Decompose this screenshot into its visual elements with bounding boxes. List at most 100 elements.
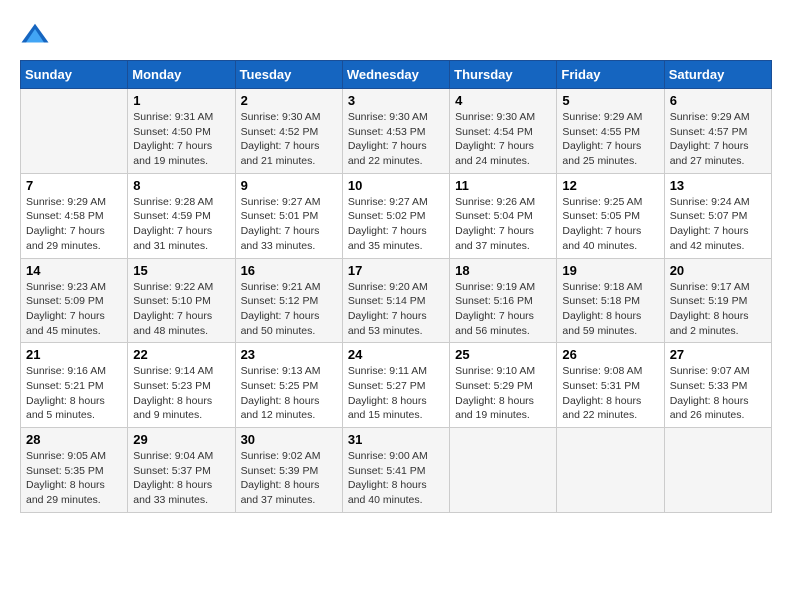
calendar-cell: 6 Sunrise: 9:29 AMSunset: 4:57 PMDaylight… [664, 89, 771, 174]
calendar-cell: 22Sunrise: 9:14 AMSunset: 5:23 PMDayligh… [128, 343, 235, 428]
day-info: Sunrise: 9:28 AMSunset: 4:59 PMDaylight:… [133, 195, 229, 254]
day-info: Sunrise: 9:30 AMSunset: 4:53 PMDaylight:… [348, 110, 444, 169]
day-info: Sunrise: 9:19 AMSunset: 5:16 PMDaylight:… [455, 280, 551, 339]
calendar-cell [664, 428, 771, 513]
day-number: 25 [455, 347, 551, 362]
day-number: 14 [26, 263, 122, 278]
calendar-table: SundayMondayTuesdayWednesdayThursdayFrid… [20, 60, 772, 513]
day-number: 17 [348, 263, 444, 278]
day-number: 18 [455, 263, 551, 278]
calendar-cell: 31 Sunrise: 9:00 AMSunset: 5:41 PMDayligh… [342, 428, 449, 513]
day-number: 3 [348, 93, 444, 108]
calendar-cell: 11Sunrise: 9:26 AMSunset: 5:04 PMDayligh… [450, 173, 557, 258]
calendar-cell: 8 Sunrise: 9:28 AMSunset: 4:59 PMDaylight… [128, 173, 235, 258]
day-info: Sunrise: 9:18 AMSunset: 5:18 PMDaylight:… [562, 280, 658, 339]
day-info: Sunrise: 9:10 AMSunset: 5:29 PMDaylight:… [455, 364, 551, 423]
week-row-3: 14 Sunrise: 9:23 AMSunset: 5:09 PMDayligh… [21, 258, 772, 343]
day-number: 26 [562, 347, 658, 362]
calendar-cell: 23Sunrise: 9:13 AMSunset: 5:25 PMDayligh… [235, 343, 342, 428]
day-number: 19 [562, 263, 658, 278]
calendar-cell: 25 Sunrise: 9:10 AMSunset: 5:29 PMDayligh… [450, 343, 557, 428]
day-number: 12 [562, 178, 658, 193]
calendar-cell: 5Sunrise: 9:29 AMSunset: 4:55 PMDaylight… [557, 89, 664, 174]
col-header-thursday: Thursday [450, 61, 557, 89]
day-info: Sunrise: 9:05 AMSunset: 5:35 PMDaylight:… [26, 449, 122, 508]
calendar-cell: 16Sunrise: 9:21 AMSunset: 5:12 PMDayligh… [235, 258, 342, 343]
calendar-cell [557, 428, 664, 513]
day-number: 23 [241, 347, 337, 362]
calendar-cell: 14 Sunrise: 9:23 AMSunset: 5:09 PMDayligh… [21, 258, 128, 343]
calendar-cell: 29Sunrise: 9:04 AMSunset: 5:37 PMDayligh… [128, 428, 235, 513]
col-header-friday: Friday [557, 61, 664, 89]
day-number: 27 [670, 347, 766, 362]
calendar-cell: 28 Sunrise: 9:05 AMSunset: 5:35 PMDayligh… [21, 428, 128, 513]
logo [20, 20, 54, 50]
day-info: Sunrise: 9:25 AMSunset: 5:05 PMDaylight:… [562, 195, 658, 254]
day-info: Sunrise: 9:27 AMSunset: 5:02 PMDaylight:… [348, 195, 444, 254]
day-number: 13 [670, 178, 766, 193]
calendar-cell: 21 Sunrise: 9:16 AMSunset: 5:21 PMDayligh… [21, 343, 128, 428]
calendar-cell: 26 Sunrise: 9:08 AMSunset: 5:31 PMDayligh… [557, 343, 664, 428]
day-number: 1 [133, 93, 229, 108]
day-number: 7 [26, 178, 122, 193]
day-number: 24 [348, 347, 444, 362]
calendar-cell: 20 Sunrise: 9:17 AMSunset: 5:19 PMDayligh… [664, 258, 771, 343]
day-info: Sunrise: 9:27 AMSunset: 5:01 PMDaylight:… [241, 195, 337, 254]
week-row-2: 7 Sunrise: 9:29 AMSunset: 4:58 PMDaylight… [21, 173, 772, 258]
calendar-cell: 18 Sunrise: 9:19 AMSunset: 5:16 PMDayligh… [450, 258, 557, 343]
day-info: Sunrise: 9:08 AMSunset: 5:31 PMDaylight:… [562, 364, 658, 423]
calendar-cell [21, 89, 128, 174]
day-info: Sunrise: 9:30 AMSunset: 4:52 PMDaylight:… [241, 110, 337, 169]
day-info: Sunrise: 9:30 AMSunset: 4:54 PMDaylight:… [455, 110, 551, 169]
day-info: Sunrise: 9:20 AMSunset: 5:14 PMDaylight:… [348, 280, 444, 339]
calendar-cell: 7 Sunrise: 9:29 AMSunset: 4:58 PMDaylight… [21, 173, 128, 258]
calendar-cell: 13 Sunrise: 9:24 AMSunset: 5:07 PMDayligh… [664, 173, 771, 258]
col-header-monday: Monday [128, 61, 235, 89]
calendar-cell: 27 Sunrise: 9:07 AMSunset: 5:33 PMDayligh… [664, 343, 771, 428]
calendar-cell: 10Sunrise: 9:27 AMSunset: 5:02 PMDayligh… [342, 173, 449, 258]
week-row-5: 28 Sunrise: 9:05 AMSunset: 5:35 PMDayligh… [21, 428, 772, 513]
day-number: 2 [241, 93, 337, 108]
day-info: Sunrise: 9:14 AMSunset: 5:23 PMDaylight:… [133, 364, 229, 423]
day-number: 28 [26, 432, 122, 447]
calendar-cell: 1 Sunrise: 9:31 AMSunset: 4:50 PMDaylight… [128, 89, 235, 174]
calendar-cell: 12 Sunrise: 9:25 AMSunset: 5:05 PMDayligh… [557, 173, 664, 258]
day-number: 6 [670, 93, 766, 108]
col-header-wednesday: Wednesday [342, 61, 449, 89]
day-number: 21 [26, 347, 122, 362]
col-header-saturday: Saturday [664, 61, 771, 89]
day-number: 16 [241, 263, 337, 278]
week-row-1: 1 Sunrise: 9:31 AMSunset: 4:50 PMDaylight… [21, 89, 772, 174]
day-info: Sunrise: 9:00 AMSunset: 5:41 PMDaylight:… [348, 449, 444, 508]
day-number: 29 [133, 432, 229, 447]
col-header-sunday: Sunday [21, 61, 128, 89]
day-number: 20 [670, 263, 766, 278]
day-number: 11 [455, 178, 551, 193]
day-info: Sunrise: 9:29 AMSunset: 4:58 PMDaylight:… [26, 195, 122, 254]
calendar-cell: 2 Sunrise: 9:30 AMSunset: 4:52 PMDaylight… [235, 89, 342, 174]
day-info: Sunrise: 9:02 AMSunset: 5:39 PMDaylight:… [241, 449, 337, 508]
calendar-header-row: SundayMondayTuesdayWednesdayThursdayFrid… [21, 61, 772, 89]
day-info: Sunrise: 9:22 AMSunset: 5:10 PMDaylight:… [133, 280, 229, 339]
day-info: Sunrise: 9:16 AMSunset: 5:21 PMDaylight:… [26, 364, 122, 423]
day-info: Sunrise: 9:11 AMSunset: 5:27 PMDaylight:… [348, 364, 444, 423]
calendar-cell: 19 Sunrise: 9:18 AMSunset: 5:18 PMDayligh… [557, 258, 664, 343]
day-info: Sunrise: 9:29 AMSunset: 4:57 PMDaylight:… [670, 110, 766, 169]
col-header-tuesday: Tuesday [235, 61, 342, 89]
calendar-cell: 9Sunrise: 9:27 AMSunset: 5:01 PMDaylight… [235, 173, 342, 258]
calendar-cell: 15Sunrise: 9:22 AMSunset: 5:10 PMDayligh… [128, 258, 235, 343]
day-info: Sunrise: 9:17 AMSunset: 5:19 PMDaylight:… [670, 280, 766, 339]
calendar-cell: 4Sunrise: 9:30 AMSunset: 4:54 PMDaylight… [450, 89, 557, 174]
page-header [20, 20, 772, 50]
day-info: Sunrise: 9:24 AMSunset: 5:07 PMDaylight:… [670, 195, 766, 254]
day-info: Sunrise: 9:23 AMSunset: 5:09 PMDaylight:… [26, 280, 122, 339]
day-info: Sunrise: 9:07 AMSunset: 5:33 PMDaylight:… [670, 364, 766, 423]
day-info: Sunrise: 9:31 AMSunset: 4:50 PMDaylight:… [133, 110, 229, 169]
day-number: 8 [133, 178, 229, 193]
day-number: 5 [562, 93, 658, 108]
calendar-cell: 24 Sunrise: 9:11 AMSunset: 5:27 PMDayligh… [342, 343, 449, 428]
calendar-cell [450, 428, 557, 513]
week-row-4: 21 Sunrise: 9:16 AMSunset: 5:21 PMDayligh… [21, 343, 772, 428]
day-number: 31 [348, 432, 444, 447]
calendar-cell: 3 Sunrise: 9:30 AMSunset: 4:53 PMDaylight… [342, 89, 449, 174]
